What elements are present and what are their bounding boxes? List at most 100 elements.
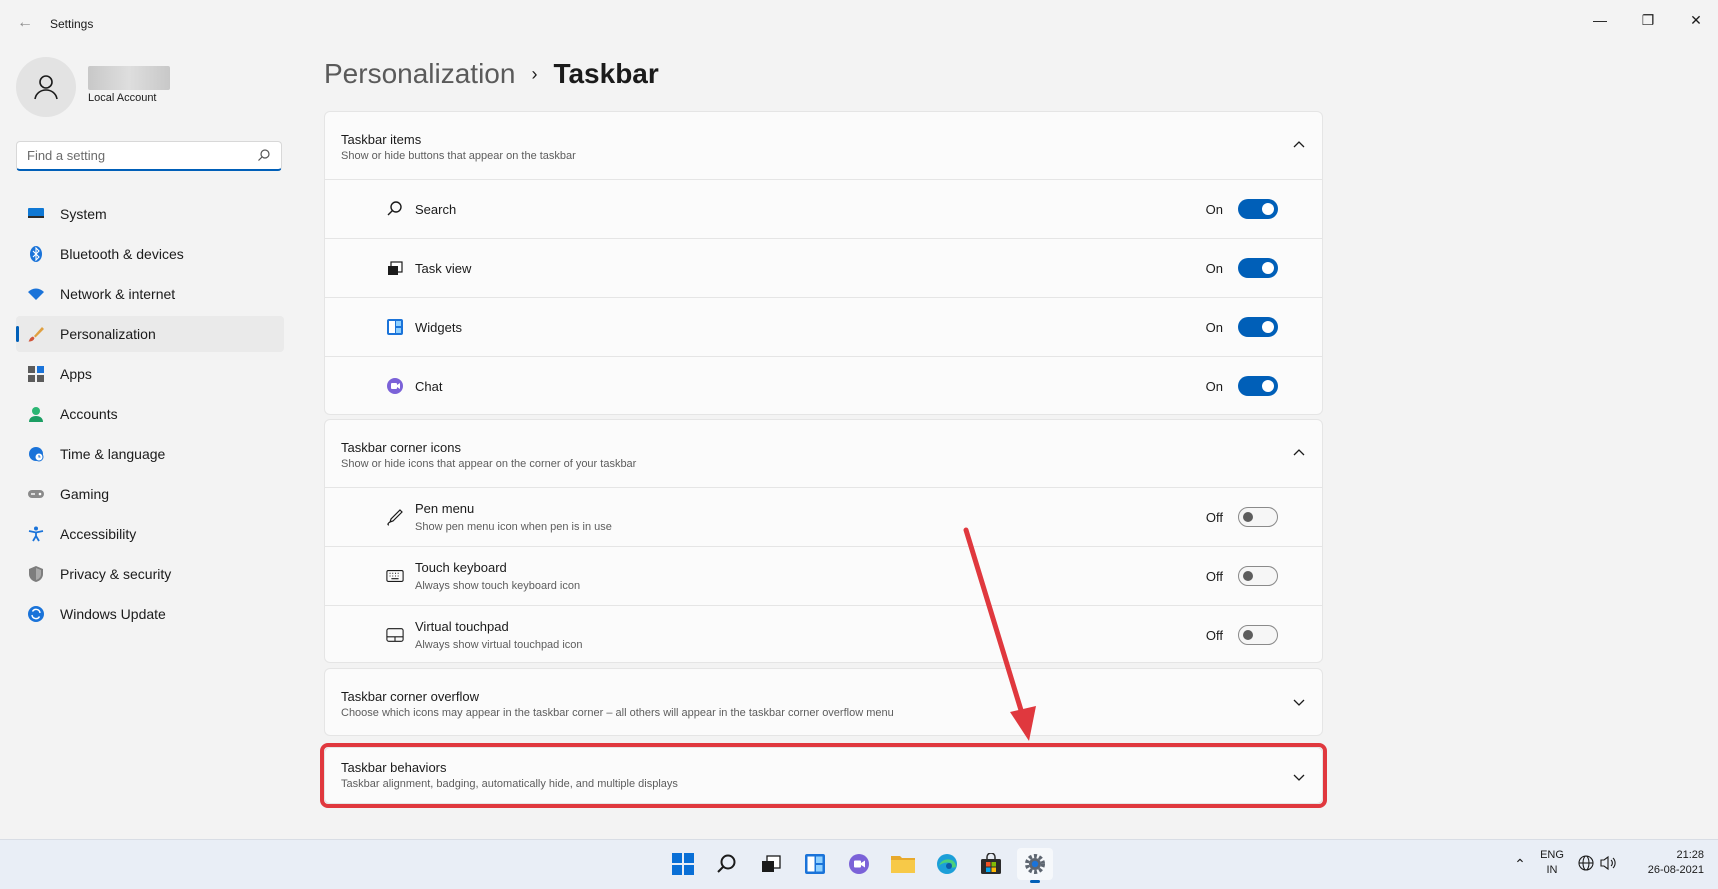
sidebar-item-network[interactable]: Network & internet [16, 276, 284, 312]
task-view-toggle[interactable] [1238, 258, 1278, 278]
shield-icon [28, 566, 44, 582]
section-subtitle: Show or hide icons that appear on the co… [341, 458, 637, 470]
search-box[interactable] [16, 141, 282, 171]
store-button[interactable] [973, 848, 1009, 880]
chevron-up-icon[interactable] [1292, 138, 1306, 152]
widgets-button[interactable] [797, 848, 833, 880]
touch-keyboard-toggle[interactable] [1238, 566, 1278, 586]
setting-row-widgets: Widgets On [325, 297, 1322, 356]
chevron-up-icon[interactable]: ⌃ [1510, 840, 1530, 889]
speaker-icon [1600, 855, 1616, 871]
gear-icon [1025, 854, 1045, 874]
section-title: Taskbar corner icons [341, 440, 461, 455]
account-name-blurred [88, 66, 170, 90]
sidebar-item-label: Gaming [60, 486, 110, 502]
sidebar-item-privacy[interactable]: Privacy & security [16, 556, 284, 592]
page-title: Taskbar [553, 58, 659, 89]
setting-row-search: Search On [325, 179, 1322, 238]
sidebar-item-label: Windows Update [60, 606, 166, 622]
settings-app-button[interactable] [1017, 848, 1053, 883]
clock-date: 26-08-2021 [1647, 864, 1704, 876]
system-icon [28, 206, 44, 222]
edge-button[interactable] [929, 848, 965, 880]
region-code: IN [1546, 864, 1558, 876]
network-tray-button[interactable] [1578, 840, 1598, 889]
restore-button[interactable]: ❐ [1630, 8, 1666, 32]
chevron-down-icon[interactable] [1292, 695, 1306, 709]
sidebar-item-label: System [60, 206, 107, 222]
pen-icon [387, 509, 403, 526]
setting-label: Task view [415, 261, 472, 276]
toggle-state: On [1205, 261, 1223, 276]
language-indicator[interactable]: ENG IN [1536, 840, 1568, 889]
setting-label: Pen menu [415, 501, 475, 516]
taskbar-items-section: Taskbar items Show or hide buttons that … [324, 111, 1323, 415]
sidebar-item-gaming[interactable]: Gaming [16, 476, 284, 512]
edge-icon [937, 854, 957, 874]
chat-toggle[interactable] [1238, 376, 1278, 396]
section-title: Taskbar corner overflow [341, 689, 479, 704]
gamepad-icon [28, 486, 44, 502]
taskbar-items-header[interactable]: Taskbar items Show or hide buttons that … [325, 112, 1322, 179]
volume-tray-button[interactable] [1600, 840, 1620, 889]
file-explorer-button[interactable] [885, 848, 921, 880]
toggle-state: On [1205, 379, 1223, 394]
wifi-icon [28, 286, 44, 302]
sidebar-item-label: Privacy & security [60, 566, 172, 582]
chevron-up-icon[interactable] [1292, 446, 1306, 460]
sidebar-item-system[interactable]: System [16, 196, 284, 232]
brush-icon [28, 326, 44, 342]
clock[interactable]: 21:28 26-08-2021 [1636, 840, 1704, 889]
search-icon[interactable] [257, 148, 271, 162]
setting-row-task-view: Task view On [325, 238, 1322, 297]
chat-icon [387, 378, 403, 394]
breadcrumb-parent[interactable]: Personalization [324, 58, 515, 90]
sidebar-item-apps[interactable]: Apps [16, 356, 284, 392]
toggle-state: Off [1205, 510, 1223, 525]
sidebar-item-time-language[interactable]: Time & language [16, 436, 284, 472]
apps-icon [28, 366, 44, 382]
search-input[interactable] [25, 147, 249, 164]
minimize-button[interactable]: — [1582, 8, 1618, 32]
chat-icon [849, 854, 869, 874]
back-arrow-icon[interactable]: ← [14, 12, 36, 34]
sidebar-nav: System Bluetooth & devices Network & int… [16, 196, 284, 636]
virtual-touchpad-toggle[interactable] [1238, 625, 1278, 645]
taskbar-corner-icons-header[interactable]: Taskbar corner icons Show or hide icons … [325, 420, 1322, 487]
setting-row-virtual-touchpad: Virtual touchpad Always show virtual tou… [325, 605, 1322, 664]
update-icon [28, 606, 44, 622]
sidebar-item-personalization[interactable]: Personalization [16, 316, 284, 352]
sidebar-item-accounts[interactable]: Accounts [16, 396, 284, 432]
setting-label: Widgets [415, 320, 462, 335]
search-toggle[interactable] [1238, 199, 1278, 219]
toggle-state: On [1205, 202, 1223, 217]
toggle-state: Off [1205, 569, 1223, 584]
accessibility-icon [28, 526, 44, 542]
sidebar-item-label: Accessibility [60, 526, 137, 542]
sidebar-item-accessibility[interactable]: Accessibility [16, 516, 284, 552]
widgets-icon [805, 854, 825, 874]
chat-button[interactable] [841, 848, 877, 880]
setting-row-chat: Chat On [325, 356, 1322, 415]
active-app-indicator [1030, 880, 1040, 883]
windows-logo-icon [672, 853, 694, 875]
clock-time: 21:28 [1676, 849, 1704, 861]
setting-description: Always show touch keyboard icon [415, 580, 581, 592]
sidebar-item-bluetooth[interactable]: Bluetooth & devices [16, 236, 284, 272]
widgets-toggle[interactable] [1238, 317, 1278, 337]
task-view-button[interactable] [753, 848, 789, 880]
pen-menu-toggle[interactable] [1238, 507, 1278, 527]
section-subtitle: Show or hide buttons that appear on the … [341, 150, 576, 162]
globe-icon [1578, 855, 1594, 871]
account-type: Local Account [88, 92, 157, 104]
setting-description: Always show virtual touchpad icon [415, 639, 583, 651]
sidebar-item-label: Apps [60, 366, 92, 382]
avatar[interactable] [16, 57, 76, 117]
taskbar-corner-overflow-section[interactable]: Taskbar corner overflow Choose which ico… [324, 668, 1323, 736]
task-view-icon [388, 261, 403, 275]
toggle-state: Off [1205, 628, 1223, 643]
sidebar-item-windows-update[interactable]: Windows Update [16, 596, 284, 632]
close-button[interactable]: ✕ [1678, 8, 1714, 32]
taskbar-search-button[interactable] [709, 848, 745, 880]
start-button[interactable] [665, 848, 701, 880]
